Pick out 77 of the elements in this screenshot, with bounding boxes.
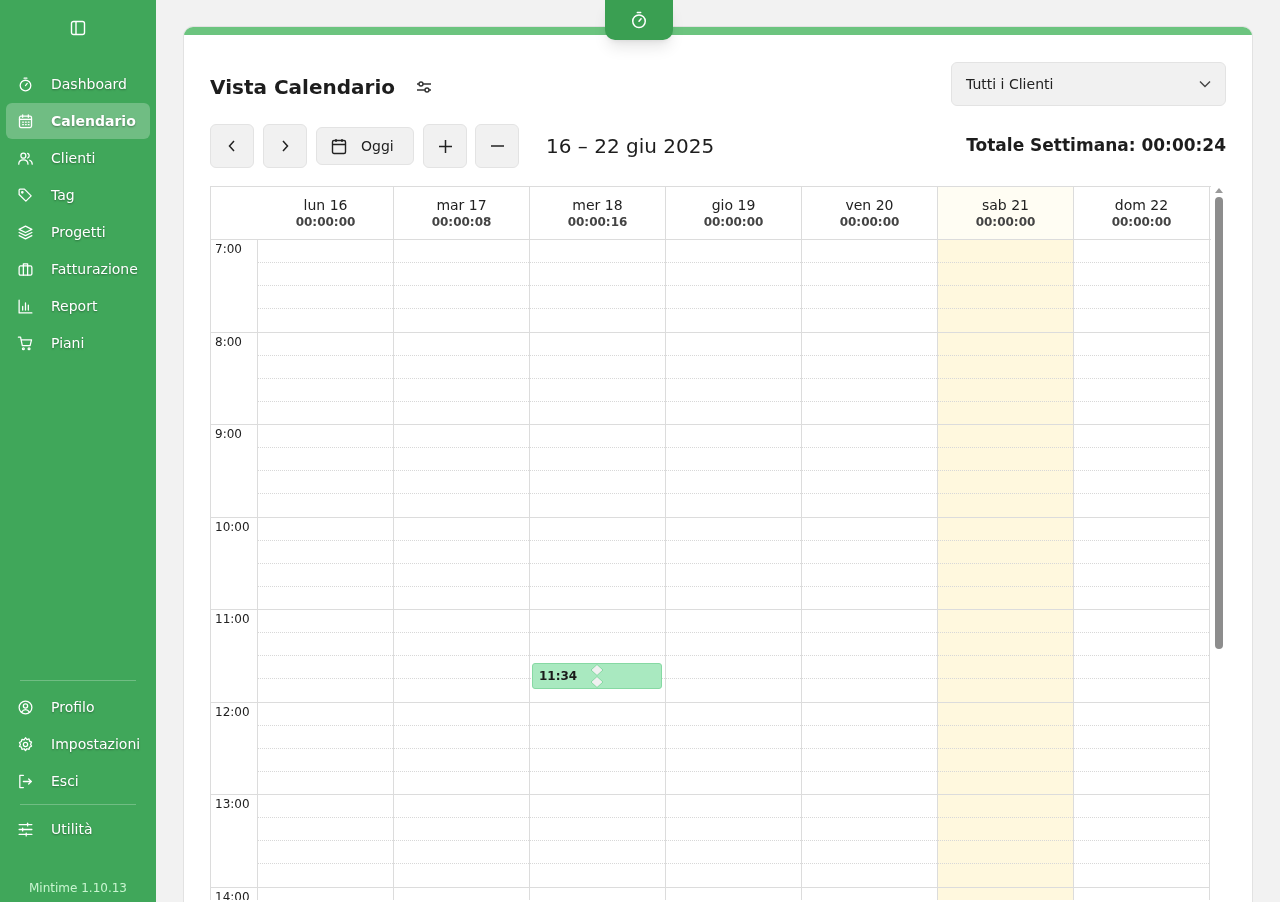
sidebar-item[interactable]: Clienti <box>6 140 150 176</box>
hour-label: 14:00 <box>215 890 250 900</box>
hour-label: 9:00 <box>215 428 242 440</box>
sidebar-toggle-icon[interactable] <box>70 20 86 36</box>
sidebar-item[interactable]: Profilo <box>6 689 150 725</box>
previous-button[interactable] <box>210 124 254 168</box>
briefcase-icon <box>17 260 34 278</box>
day-total: 00:00:00 <box>839 214 900 230</box>
sliders-icon <box>17 820 34 838</box>
calendar-icon <box>331 137 347 155</box>
plus-icon <box>438 139 452 153</box>
day-total: 00:00:08 <box>431 214 492 230</box>
sidebar-item[interactable]: Utilità <box>6 811 150 847</box>
next-button[interactable] <box>263 124 307 168</box>
logout-icon <box>17 772 34 790</box>
scrollbar-thumb[interactable] <box>1215 197 1223 649</box>
week-total: Totale Settimana: 00:00:24 <box>966 134 1226 158</box>
sidebar-item[interactable]: Piani <box>6 325 150 361</box>
time-entry[interactable]: 11:34 <box>532 663 662 690</box>
scroll-up-icon[interactable] <box>1214 186 1224 194</box>
sidebar-item[interactable]: Progetti <box>6 214 150 250</box>
day-label: dom 22 <box>1114 196 1169 214</box>
day-total: 00:00:16 <box>567 214 628 230</box>
sidebar-item[interactable]: Dashboard <box>6 66 150 102</box>
sidebar-item[interactable]: Fatturazione <box>6 251 150 287</box>
cart-icon <box>17 334 34 352</box>
sidebar-item[interactable]: Tag <box>6 177 150 213</box>
day-label: gio 19 <box>711 196 756 214</box>
date-range: 16 – 22 giu 2025 <box>546 133 715 160</box>
page-title: Vista Calendario <box>210 74 395 101</box>
day-column[interactable] <box>802 240 938 900</box>
calendar-icon <box>17 112 34 130</box>
chevron-down-icon <box>1199 80 1211 88</box>
day-total: 00:00:00 <box>1111 214 1172 230</box>
day-column[interactable] <box>394 240 530 900</box>
hour-label: 13:00 <box>215 798 250 810</box>
minus-icon <box>490 145 504 147</box>
hour-label: 7:00 <box>215 243 242 255</box>
day-column[interactable] <box>938 240 1074 900</box>
chevron-right-icon <box>281 140 289 152</box>
day-total: 00:00:00 <box>703 214 764 230</box>
sidebar-item[interactable]: Report <box>6 288 150 324</box>
today-button[interactable]: Oggi <box>316 127 414 165</box>
day-label: sab 21 <box>982 196 1029 214</box>
day-column[interactable] <box>666 240 802 900</box>
stopwatch-icon <box>17 75 34 93</box>
timer-tab[interactable] <box>605 0 673 40</box>
day-label: ven 20 <box>845 196 894 214</box>
tag-icon <box>17 186 34 204</box>
day-total: 00:00:00 <box>295 214 356 230</box>
sidebar-item[interactable]: Esci <box>6 763 150 799</box>
entry-time: 11:34 <box>539 668 578 686</box>
day-label: mer 18 <box>572 196 623 214</box>
stopwatch-icon <box>629 10 649 30</box>
client-dropdown[interactable]: Tutti i Clienti <box>951 62 1226 106</box>
day-label: mar 17 <box>436 196 487 214</box>
zoom-out-button[interactable] <box>475 124 519 168</box>
sidebar-item[interactable]: Calendario <box>6 103 150 139</box>
day-column[interactable]: 11:34 <box>530 240 666 900</box>
bar-chart-icon <box>17 297 34 315</box>
day-column[interactable] <box>1074 240 1210 900</box>
settings-icon <box>17 735 34 753</box>
layers-icon <box>17 223 34 241</box>
day-column[interactable] <box>258 240 394 900</box>
user-circle-icon <box>17 698 34 716</box>
filter-settings-icon[interactable] <box>415 78 433 96</box>
day-total: 00:00:00 <box>975 214 1036 230</box>
day-label: lun 16 <box>303 196 348 214</box>
hour-label: 11:00 <box>215 613 250 625</box>
hour-label: 8:00 <box>215 335 242 348</box>
version-label: Mintime 1.10.13 <box>29 880 127 897</box>
sidebar-item[interactable]: Impostazioni <box>6 726 150 762</box>
chevron-left-icon <box>228 140 236 152</box>
hour-label: 10:00 <box>215 520 250 533</box>
hour-label: 12:00 <box>215 705 250 718</box>
zoom-in-button[interactable] <box>423 124 467 168</box>
resize-handle-icon[interactable] <box>590 664 604 689</box>
